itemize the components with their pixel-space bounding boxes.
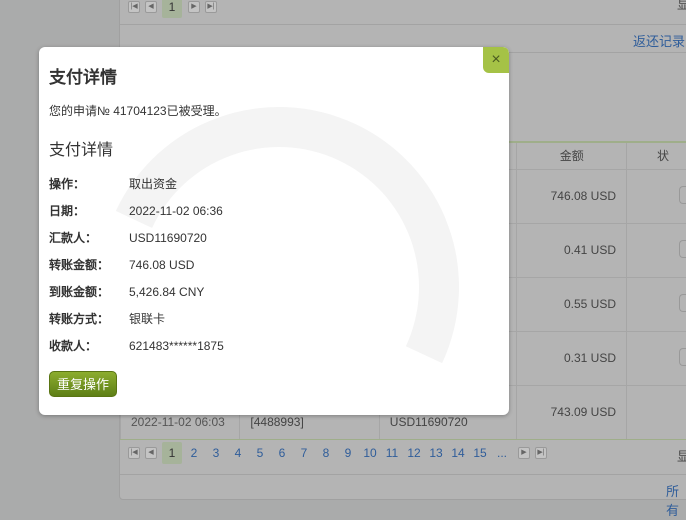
- display-label: 显: [676, 449, 686, 464]
- display-label: 显: [676, 0, 686, 12]
- status-button[interactable]: [679, 347, 686, 366]
- page-9[interactable]: 9: [338, 446, 358, 460]
- page-14[interactable]: 14: [448, 446, 468, 460]
- prev-page-button[interactable]: ◀: [145, 1, 157, 13]
- status-button[interactable]: [679, 293, 686, 312]
- repeat-operation-button[interactable]: 重复操作: [49, 371, 117, 397]
- first-page-button[interactable]: |◀: [128, 1, 140, 13]
- page-more[interactable]: ...: [492, 446, 512, 460]
- page-7[interactable]: 7: [294, 446, 314, 460]
- field-label: 日期：: [49, 204, 86, 218]
- page-4[interactable]: 4: [228, 446, 248, 460]
- field-value: USD11690720: [129, 231, 207, 245]
- cell-amount: 0.31 USD: [516, 330, 627, 386]
- page-11[interactable]: 11: [382, 446, 402, 460]
- cell-amount: 0.41 USD: [516, 222, 627, 278]
- field-payee: 收款人： 621483******1875: [49, 337, 224, 354]
- field-label: 操作：: [49, 177, 86, 191]
- last-page-button[interactable]: ▶|: [205, 1, 217, 13]
- col-status: 状: [626, 141, 686, 170]
- field-label: 转账方式：: [49, 312, 110, 326]
- page-5[interactable]: 5: [250, 446, 270, 460]
- first-page-button[interactable]: |◀: [128, 447, 140, 459]
- field-transfer-amount: 转账金额： 746.08 USD: [49, 256, 194, 273]
- page-8[interactable]: 8: [316, 446, 336, 460]
- all-link[interactable]: 所有: [666, 481, 686, 519]
- page-2[interactable]: 2: [184, 446, 204, 460]
- return-records-link[interactable]: 返还记录: [633, 31, 685, 50]
- last-page-button[interactable]: ▶|: [535, 447, 547, 459]
- cell-amount: 743.09 USD: [516, 384, 627, 440]
- section-title: 支付详情: [49, 142, 114, 159]
- cell-amount: 746.08 USD: [516, 168, 627, 224]
- modal-title: 支付详情: [49, 68, 117, 87]
- page-6[interactable]: 6: [272, 446, 292, 460]
- field-label: 到账金额：: [49, 285, 110, 299]
- cell-amount: 0.55 USD: [516, 276, 627, 332]
- page-10[interactable]: 10: [360, 446, 380, 460]
- field-value: 取出资金: [129, 177, 178, 191]
- field-value: 621483******1875: [129, 339, 224, 353]
- close-icon[interactable]: ×: [483, 47, 509, 73]
- field-value: 5,426.84 CNY: [129, 285, 205, 299]
- pagination: |◀ ◀ 1 2 3 4 5 6 7 8 9 10 11 12 13 14 15…: [128, 442, 552, 464]
- top-pagination: |◀ ◀ 1 ▶ ▶|: [128, 0, 222, 18]
- page-15[interactable]: 15: [470, 446, 490, 460]
- page-3[interactable]: 3: [206, 446, 226, 460]
- divider: [120, 24, 686, 25]
- field-payer: 汇款人： USD11690720: [49, 229, 207, 246]
- page-current[interactable]: 1: [162, 0, 182, 18]
- accepted-message: 您的申请№ 41704123已被受理。: [49, 104, 227, 118]
- divider: [120, 439, 686, 440]
- status-button[interactable]: [679, 185, 686, 204]
- next-page-button[interactable]: ▶: [188, 1, 200, 13]
- next-page-button[interactable]: ▶: [518, 447, 530, 459]
- payment-details-modal: × 支付详情 您的申请№ 41704123已被受理。 支付详情 操作： 取出资金 …: [39, 47, 509, 415]
- field-value: 银联卡: [129, 312, 166, 326]
- status-button[interactable]: [679, 239, 686, 258]
- divider: [120, 474, 686, 475]
- field-label: 转账金额：: [49, 258, 110, 272]
- page-12[interactable]: 12: [404, 446, 424, 460]
- field-label: 收款人：: [49, 339, 98, 353]
- page-13[interactable]: 13: [426, 446, 446, 460]
- field-method: 转账方式： 银联卡: [49, 310, 165, 327]
- field-received-amount: 到账金额： 5,426.84 CNY: [49, 283, 204, 300]
- field-label: 汇款人：: [49, 231, 98, 245]
- field-value: 2022-11-02 06:36: [129, 204, 223, 218]
- field-date: 日期： 2022-11-02 06:36: [49, 202, 223, 219]
- field-operation: 操作： 取出资金: [49, 175, 177, 192]
- page-1[interactable]: 1: [162, 442, 182, 464]
- prev-page-button[interactable]: ◀: [145, 447, 157, 459]
- field-value: 746.08 USD: [129, 258, 195, 272]
- col-amount: 金额: [516, 141, 627, 170]
